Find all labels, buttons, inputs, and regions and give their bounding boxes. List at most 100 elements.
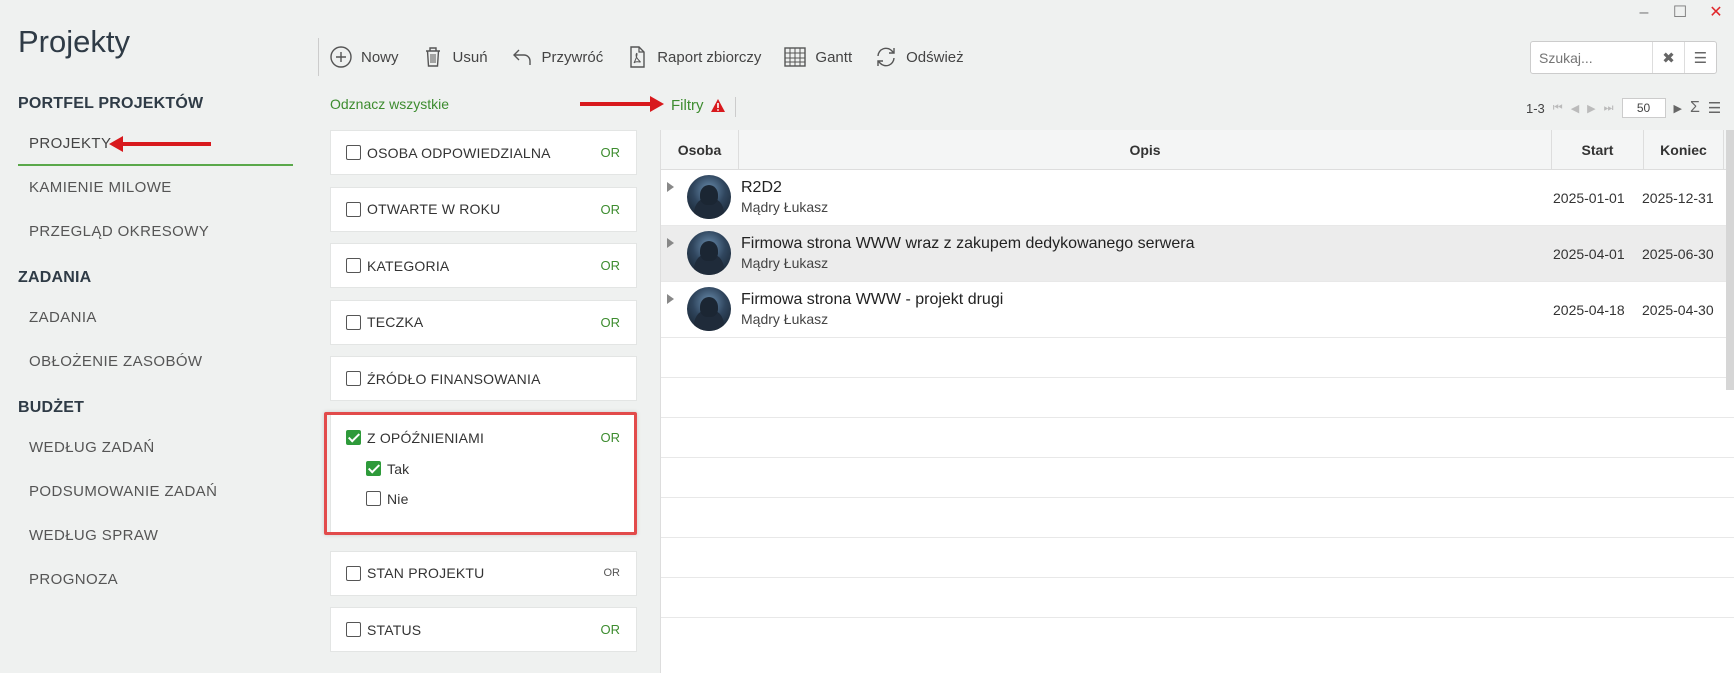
- report-button[interactable]: Raport zbiorczy: [625, 45, 761, 69]
- minimize-button[interactable]: –: [1636, 4, 1652, 22]
- filter-stan-projektu[interactable]: STAN PROJEKTU OR: [330, 550, 637, 596]
- filter-label: KATEGORIA: [367, 257, 450, 274]
- empty-row: [661, 458, 1734, 498]
- empty-row: [661, 378, 1734, 418]
- filter-status[interactable]: STATUS OR: [330, 607, 637, 652]
- or-toggle[interactable]: OR: [601, 430, 621, 445]
- vertical-scrollbar[interactable]: [1726, 130, 1734, 390]
- plus-circle-icon: [330, 46, 352, 68]
- first-page-icon[interactable]: ⏮: [1553, 102, 1563, 115]
- or-toggle[interactable]: OR: [601, 315, 621, 330]
- filter-checkbox-checked[interactable]: [346, 430, 361, 445]
- projects-grid: Osoba Opis Start Koniec R2D2 Mądry Łukas…: [660, 130, 1734, 673]
- empty-row: [661, 578, 1734, 618]
- nav-item-wedlug-spraw[interactable]: WEDŁUG SPRAW: [18, 514, 293, 558]
- pdf-file-icon: [630, 46, 645, 68]
- toolbar: Nowy Usuń Przywróć Raport zbiorczy Gantt…: [318, 38, 986, 76]
- filter-zrodlo-finansowania[interactable]: ŹRÓDŁO FINANSOWANIA: [330, 356, 637, 401]
- or-toggle[interactable]: OR: [601, 145, 621, 160]
- filter-label: Z OPÓŹNIENIAMI: [367, 429, 485, 446]
- clear-search-icon[interactable]: ✖: [1652, 42, 1684, 73]
- filter-osoba-odpowiedzialna[interactable]: OSOBA ODPOWIEDZIALNA OR: [330, 130, 637, 175]
- filter-label: OTWARTE W ROKU: [367, 201, 501, 217]
- table-row[interactable]: Firmowa strona WWW wraz z zakupem dedyko…: [661, 226, 1734, 282]
- filter-label: STAN PROJEKTU: [367, 565, 485, 581]
- next-icon[interactable]: ▶: [1674, 102, 1682, 115]
- filter-kategoria[interactable]: KATEGORIA OR: [330, 243, 637, 288]
- new-button[interactable]: Nowy: [329, 45, 399, 69]
- nav-item-oblozenie-zasobow[interactable]: OBŁOŻENIE ZASOBÓW: [18, 340, 293, 384]
- filter-z-opoznieniami[interactable]: Z OPÓŹNIENIAMI OR Tak Nie: [330, 412, 637, 533]
- nav-item-wedlug-zadan[interactable]: WEDŁUG ZADAŃ: [18, 426, 293, 470]
- filter-checkbox[interactable]: [346, 314, 361, 330]
- pager-range: 1-3: [1526, 100, 1545, 116]
- option-checkbox-checked[interactable]: [366, 461, 381, 476]
- avatar: [687, 287, 731, 331]
- last-page-icon[interactable]: ⏭: [1604, 102, 1614, 115]
- option-label: Nie: [387, 490, 409, 507]
- new-button-label: Nowy: [361, 48, 399, 66]
- filter-otwarte-w-roku[interactable]: OTWARTE W ROKU OR: [330, 186, 637, 232]
- filter-checkbox[interactable]: [346, 565, 361, 581]
- filter-option-tak[interactable]: Tak: [366, 461, 620, 477]
- maximize-button[interactable]: ☐: [1672, 4, 1688, 22]
- or-toggle[interactable]: OR: [601, 622, 621, 637]
- report-button-label: Raport zbiorczy: [657, 48, 762, 66]
- table-row[interactable]: Firmowa strona WWW - projekt drugi Mądry…: [661, 282, 1734, 338]
- nav-section-zadania: ZADANIA: [18, 269, 92, 286]
- search-input[interactable]: [1531, 42, 1652, 73]
- nav-section-budzet: BUDŻET: [18, 399, 85, 416]
- gantt-button[interactable]: Gantt: [783, 45, 852, 69]
- nav-item-zadania[interactable]: ZADANIA: [18, 296, 293, 340]
- close-button[interactable]: ✕: [1708, 4, 1724, 22]
- column-header-osoba[interactable]: Osoba: [661, 130, 739, 169]
- menu-icon[interactable]: ☰: [1684, 42, 1716, 73]
- project-start: 2025-01-01: [1553, 190, 1625, 206]
- column-header-opis[interactable]: Opis: [739, 130, 1552, 169]
- nav-item-podsumowanie-zadan[interactable]: PODSUMOWANIE ZADAŃ: [18, 470, 293, 514]
- table-row[interactable]: R2D2 Mądry Łukasz 2025-01-01 2025-12-31: [661, 170, 1734, 226]
- or-toggle[interactable]: OR: [601, 258, 621, 273]
- grid-icon: [784, 47, 807, 67]
- page-size-input[interactable]: 50: [1621, 98, 1666, 118]
- delete-button-label: Usuń: [452, 48, 488, 66]
- filter-checkbox[interactable]: [346, 371, 361, 386]
- undo-icon: [512, 49, 531, 65]
- restore-button[interactable]: Przywróć: [510, 45, 603, 69]
- next-page-icon[interactable]: ▶: [1587, 102, 1595, 115]
- expand-row-icon[interactable]: [667, 294, 674, 304]
- or-toggle[interactable]: OR: [601, 202, 621, 217]
- nav-item-prognoza[interactable]: PROGNOZA: [18, 558, 293, 602]
- gantt-button-label: Gantt: [815, 48, 853, 66]
- nav-section-portfel: PORTFEL PROJEKTÓW: [18, 95, 204, 112]
- filter-checkbox[interactable]: [346, 145, 361, 160]
- empty-row: [661, 418, 1734, 458]
- avatar: [687, 231, 731, 275]
- unselect-all-link[interactable]: Odznacz wszystkie: [330, 96, 449, 112]
- nav-item-label: PROJEKTY: [29, 135, 112, 152]
- sum-icon[interactable]: Σ: [1690, 99, 1700, 117]
- column-header-koniec[interactable]: Koniec: [1644, 130, 1724, 169]
- filter-checkbox[interactable]: [346, 622, 361, 637]
- filter-checkbox[interactable]: [346, 258, 361, 273]
- filter-option-nie[interactable]: Nie: [366, 491, 620, 507]
- nav-item-przeglad-okresowy[interactable]: PRZEGLĄD OKRESOWY: [18, 210, 293, 254]
- nav-item-projekty[interactable]: PROJEKTY: [18, 122, 293, 166]
- expand-row-icon[interactable]: [667, 238, 674, 248]
- refresh-button[interactable]: Odśwież: [874, 45, 964, 69]
- filters-link[interactable]: Filtry: [671, 97, 726, 114]
- columns-menu-icon[interactable]: ☰: [1708, 99, 1721, 117]
- expand-row-icon[interactable]: [667, 182, 674, 192]
- filters-panel: OSOBA ODPOWIEDZIALNA OR OTWARTE W ROKU O…: [330, 130, 637, 664]
- or-toggle[interactable]: OR: [604, 567, 621, 579]
- prev-page-icon[interactable]: ◀: [1571, 102, 1579, 115]
- option-checkbox[interactable]: [366, 491, 381, 506]
- window-controls: – ☐ ✕: [1636, 4, 1724, 22]
- column-header-start[interactable]: Start: [1552, 130, 1644, 169]
- delete-button[interactable]: Usuń: [421, 45, 488, 69]
- project-person: Mądry Łukasz: [741, 199, 829, 215]
- filter-teczka[interactable]: TECZKA OR: [330, 299, 637, 345]
- sidebar: PORTFEL PROJEKTÓW PROJEKTY KAMIENIE MILO…: [18, 80, 293, 602]
- filter-checkbox[interactable]: [346, 201, 361, 217]
- nav-item-kamienie-milowe[interactable]: KAMIENIE MILOWE: [18, 166, 293, 210]
